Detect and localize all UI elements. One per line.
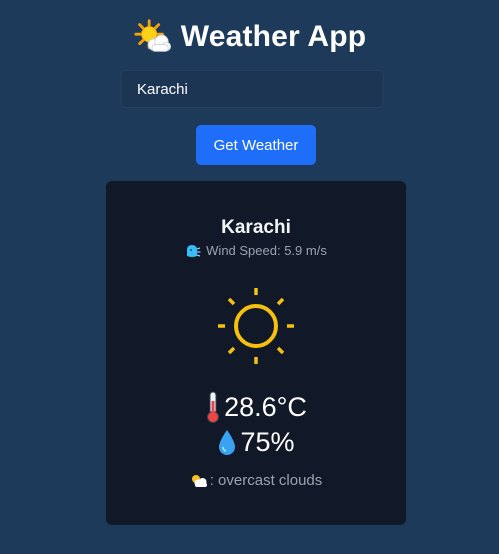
weather-description: : overcast clouds (209, 472, 323, 489)
temperature-row: 28.6°C (106, 391, 406, 423)
droplet-icon (219, 429, 236, 455)
city-search-input[interactable] (120, 70, 384, 108)
description-row: : overcast clouds (106, 472, 406, 489)
sun-behind-cloud-icon (191, 474, 207, 487)
humidity-value: 75% (240, 427, 295, 457)
sun-behind-cloud-icon (134, 19, 171, 52)
temperature-value: 28.6°C (224, 391, 307, 422)
humidity-row: 75% (106, 427, 406, 458)
get-weather-button[interactable]: Get Weather (196, 125, 316, 165)
wind-speed-row: Wind Speed: 5.9 m/s (106, 243, 406, 258)
app-header: Weather App (0, 18, 499, 56)
wind-speed-label: Wind Speed: 5.9 m/s (206, 243, 327, 258)
page-title: Weather App (180, 20, 367, 53)
city-name: Karachi (221, 217, 291, 238)
thermometer-icon (207, 391, 220, 423)
wind-face-icon (187, 244, 201, 257)
sunny-weather-icon (218, 288, 294, 364)
weather-card: Karachi Wind Speed: 5.9 m/s 28.6°C 75%:… (106, 181, 406, 525)
